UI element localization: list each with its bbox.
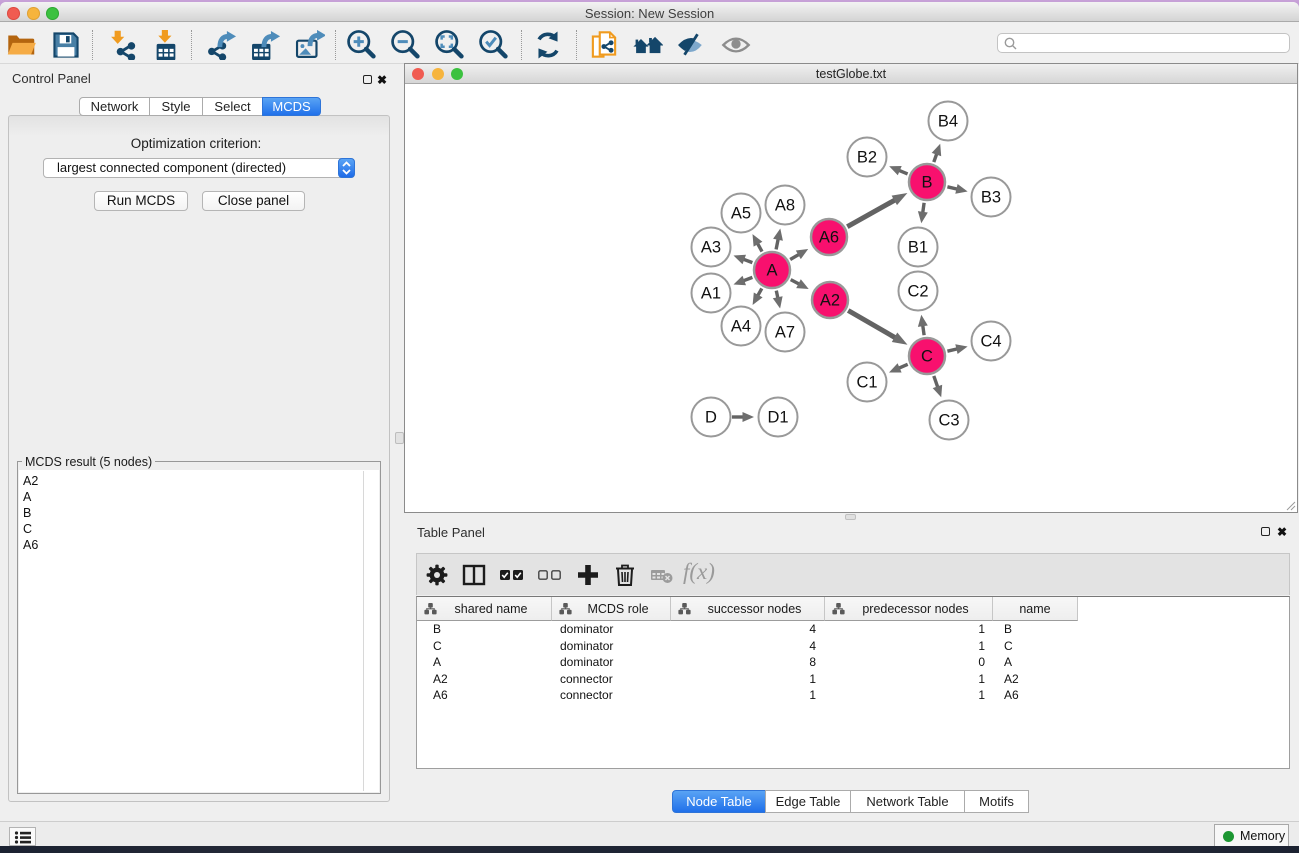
svg-text:A: A	[766, 262, 777, 280]
svg-text:A3: A3	[701, 239, 721, 257]
svg-text:C4: C4	[980, 333, 1001, 351]
svg-text:B3: B3	[981, 189, 1001, 207]
svg-text:C: C	[921, 348, 933, 366]
svg-text:A7: A7	[775, 324, 795, 342]
svg-text:C2: C2	[907, 283, 928, 301]
svg-text:C1: C1	[856, 374, 877, 392]
svg-text:B4: B4	[938, 113, 958, 131]
svg-text:C3: C3	[938, 412, 959, 430]
svg-text:A4: A4	[731, 318, 751, 336]
svg-text:D: D	[705, 409, 717, 427]
svg-text:A6: A6	[819, 229, 839, 247]
svg-text:B: B	[921, 174, 932, 192]
svg-text:A8: A8	[775, 197, 795, 215]
svg-text:D1: D1	[767, 409, 788, 427]
svg-text:B1: B1	[908, 239, 928, 257]
svg-text:B2: B2	[857, 149, 877, 167]
svg-text:A2: A2	[820, 292, 840, 310]
svg-text:A1: A1	[701, 285, 721, 303]
svg-text:A5: A5	[731, 205, 751, 223]
